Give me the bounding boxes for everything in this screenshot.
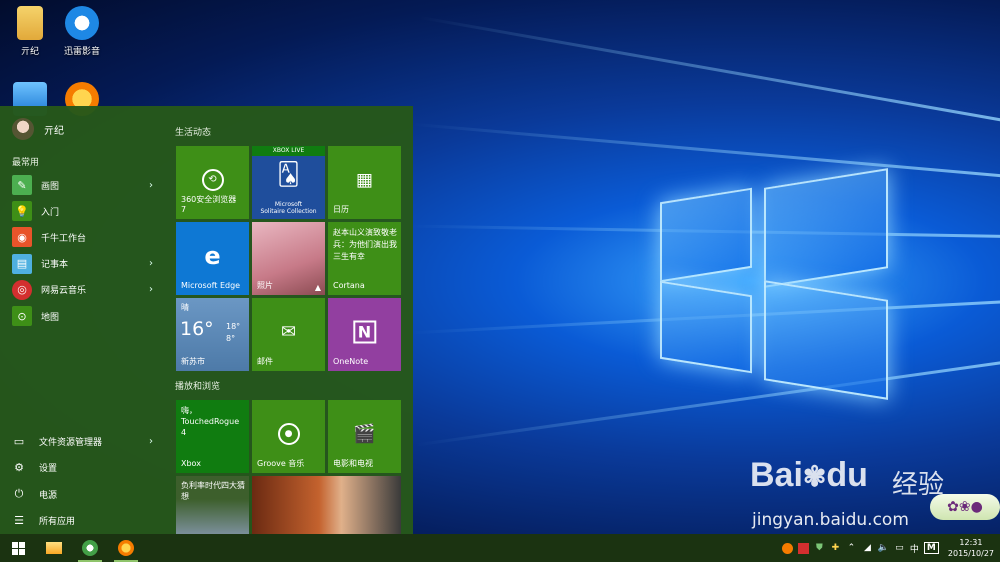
- security-tray-icon[interactable]: ✚: [830, 543, 841, 554]
- xunlei-player-icon: [65, 6, 99, 40]
- most-used-list: ✎ 画图 › 💡 入门 ◉ 千牛工作台 ▤ 记事本 › ◎ 网易云音乐 › ⊙ …: [0, 172, 165, 329]
- show-hidden-icon[interactable]: ⌃: [846, 543, 857, 554]
- settings-item[interactable]: ⚙ 设置: [0, 455, 165, 482]
- notepad-icon: ▤: [12, 253, 32, 274]
- user-folder-icon: [17, 6, 43, 40]
- chevron-right-icon[interactable]: ›: [149, 284, 153, 295]
- browser-360-icon: [82, 540, 98, 556]
- onenote-icon: N: [352, 320, 377, 344]
- tile-solitaire[interactable]: XBOX LIVE 🂡 Microsoft Solitaire Collecti…: [252, 146, 325, 219]
- qianniu-tray-icon[interactable]: [781, 542, 793, 554]
- tile-xbox[interactable]: 嗨， TouchedRogue 4 Xbox: [176, 400, 249, 473]
- weather-high: 18°: [226, 322, 241, 331]
- ime-indicator[interactable]: 中: [910, 542, 919, 555]
- windows-start-icon: [11, 541, 25, 555]
- app-paint[interactable]: ✎ 画图 ›: [0, 172, 165, 198]
- image-icon: ▲: [314, 283, 321, 292]
- app-maps[interactable]: ⊙ 地图: [0, 303, 165, 329]
- start-button[interactable]: [0, 534, 36, 562]
- browser-360-icon: ⟲: [201, 168, 224, 191]
- tile-weather[interactable]: 晴 16° 18° 8° 新苏市: [176, 298, 249, 371]
- all-apps-icon: ☰: [14, 514, 24, 528]
- system-list: ▭ 文件资源管理器 › ⚙ 设置 ⏻ 电源 ☰ 所有应用: [0, 428, 165, 534]
- gear-icon: ⚙: [14, 461, 24, 475]
- tile-photo-feature[interactable]: [252, 476, 401, 534]
- edge-icon: e: [204, 241, 221, 270]
- paw-icon: ✾: [802, 461, 827, 492]
- app-tray-icon[interactable]: [797, 542, 809, 554]
- xbox-greeting: 嗨， TouchedRogue 4: [181, 406, 240, 437]
- tile-onenote[interactable]: N OneNote: [328, 298, 401, 371]
- taskbar-file-explorer[interactable]: [36, 534, 72, 562]
- tile-cortana[interactable]: 赵本山义演致敬老兵：为他们演出我三生有幸 Cortana: [328, 222, 401, 295]
- calendar-icon: ▦: [355, 169, 374, 191]
- avatar: [12, 118, 34, 140]
- group-label-play[interactable]: 播放和浏览: [175, 379, 220, 392]
- qianniu-icon: [118, 540, 134, 556]
- cards-icon: 🂡: [277, 162, 300, 188]
- mail-icon: ✉: [280, 321, 297, 343]
- groove-icon: ●: [277, 422, 300, 445]
- netease-music-icon: ◎: [12, 279, 32, 300]
- file-explorer-icon: ▭: [13, 434, 25, 448]
- user-account[interactable]: 亓纪: [12, 118, 64, 140]
- maps-icon: ⊙: [12, 306, 32, 327]
- tile-mail[interactable]: ✉ 邮件: [252, 298, 325, 371]
- cortana-news-text: 赵本山义演致敬老兵：为他们演出我三生有幸: [333, 228, 397, 261]
- power-icon: ⏻: [14, 487, 24, 501]
- notification-icon[interactable]: ▭: [894, 543, 905, 554]
- app-notepad[interactable]: ▤ 记事本 ›: [0, 251, 165, 277]
- app-netease-music[interactable]: ◎ 网易云音乐 ›: [0, 277, 165, 303]
- tile-groove[interactable]: ● Groove 音乐: [252, 400, 325, 473]
- tile-news[interactable]: 负利率时代四大猜想: [176, 476, 249, 534]
- tile-edge[interactable]: e Microsoft Edge: [176, 222, 249, 295]
- most-used-label: 最常用: [12, 158, 40, 168]
- system-tray: ⛊ ✚ ⌃ ◢ 🔈 ▭ 中 M 12:31 2015/10/27: [781, 534, 1000, 562]
- weather-condition: 晴: [181, 303, 189, 312]
- taskbar-360-browser[interactable]: [72, 534, 108, 562]
- get-started-icon: 💡: [12, 201, 32, 222]
- grape-sticker: ✿❀●: [930, 494, 1000, 520]
- qianniu-icon: ◉: [12, 227, 32, 248]
- desktop-icon-xunlei[interactable]: 迅雷影音: [52, 6, 112, 57]
- file-explorer-icon: [46, 542, 62, 554]
- user-name: 亓纪: [44, 125, 64, 137]
- app-get-started[interactable]: 💡 入门: [0, 198, 165, 224]
- power-item[interactable]: ⏻ 电源: [0, 481, 165, 508]
- clock[interactable]: 12:31 2015/10/27: [948, 537, 994, 559]
- chevron-right-icon[interactable]: ›: [149, 180, 153, 191]
- volume-icon[interactable]: 🔈: [878, 543, 889, 554]
- clock-time: 12:31: [959, 538, 983, 547]
- tile-movies[interactable]: 🎬 电影和电视: [328, 400, 401, 473]
- weather-temp: 16°: [180, 318, 214, 340]
- tile-calendar[interactable]: ▦ 日历: [328, 146, 401, 219]
- xbox-live-badge: XBOX LIVE: [252, 146, 325, 156]
- news-headline: 负利率时代四大猜想: [181, 481, 245, 501]
- tile-360-browser[interactable]: ⟲ 360安全浏览器 7: [176, 146, 249, 219]
- desktop-icon-user[interactable]: 亓纪: [0, 6, 60, 57]
- file-explorer-item[interactable]: ▭ 文件资源管理器 ›: [0, 428, 165, 455]
- ime-mode-indicator[interactable]: M: [923, 542, 939, 554]
- movies-icon: 🎬: [353, 423, 376, 445]
- group-label-life[interactable]: 生活动态: [175, 125, 211, 138]
- network-icon[interactable]: ◢: [862, 543, 873, 554]
- start-menu: 亓纪 最常用 ✎ 画图 › 💡 入门 ◉ 千牛工作台 ▤ 记事本 › ◎ 网易云…: [0, 106, 413, 534]
- all-apps-item[interactable]: ☰ 所有应用: [0, 508, 165, 535]
- shield-icon[interactable]: ⛊: [814, 543, 825, 554]
- weather-low: 8°: [226, 334, 236, 343]
- paint-icon: ✎: [12, 175, 32, 196]
- watermark-url: jingyan.baidu.com: [752, 510, 909, 530]
- taskbar: ⛊ ✚ ⌃ ◢ 🔈 ▭ 中 M 12:31 2015/10/27: [0, 534, 1000, 562]
- clock-date: 2015/10/27: [947, 549, 994, 558]
- tile-photos[interactable]: 照片 ▲: [252, 222, 325, 295]
- baidu-watermark: Bai✾du 经验 jingyan.baidu.com ✿❀●: [742, 454, 1000, 536]
- app-qianniu[interactable]: ◉ 千牛工作台: [0, 224, 165, 250]
- chevron-right-icon[interactable]: ›: [149, 436, 153, 447]
- chevron-right-icon[interactable]: ›: [149, 258, 153, 269]
- taskbar-qianniu[interactable]: [108, 534, 144, 562]
